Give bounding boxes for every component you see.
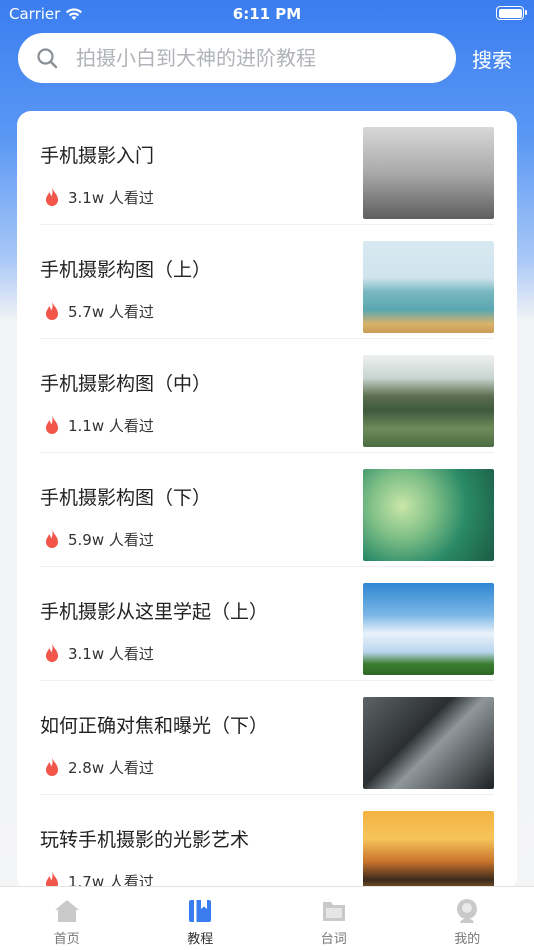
status-bar: Carrier 6:11 PM [0, 0, 534, 28]
search-bar[interactable] [18, 33, 456, 83]
course-item[interactable]: 手机摄影构图（下） 5.9w 人看过 [40, 453, 494, 567]
home-icon [54, 900, 79, 922]
fire-icon [46, 301, 58, 320]
course-views: 3.1w 人看过 [42, 186, 154, 208]
status-time: 6:11 PM [232, 5, 302, 23]
tab-bar: 首页 教程 台词 我的 [0, 886, 534, 950]
fire-icon [46, 187, 58, 206]
course-thumbnail[interactable] [363, 241, 494, 333]
fire-icon [46, 757, 58, 776]
tab-label: 首页 [53, 932, 80, 947]
fire-icon [46, 415, 58, 434]
tab-label: 我的 [454, 932, 481, 947]
course-item[interactable]: 手机摄影构图（上） 5.7w 人看过 [40, 225, 494, 339]
tab-lines[interactable]: 台词 [267, 887, 401, 950]
course-views: 5.7w 人看过 [42, 300, 154, 322]
course-item[interactable]: 手机摄影构图（中） 1.1w 人看过 [40, 339, 494, 453]
course-item[interactable]: 手机摄影入门 3.1w 人看过 [40, 111, 494, 225]
search-button[interactable]: 搜索 [472, 44, 512, 73]
course-views: 5.9w 人看过 [42, 528, 154, 550]
course-views: 2.8w 人看过 [42, 756, 154, 778]
tab-label: 教程 [187, 932, 214, 947]
book-icon [189, 900, 212, 922]
tab-label: 台词 [320, 932, 347, 947]
course-views-count: 3.1w 人看过 [68, 188, 154, 207]
course-thumbnail[interactable] [363, 811, 494, 891]
course-thumbnail[interactable] [363, 127, 494, 219]
tab-profile[interactable]: 我的 [401, 887, 534, 950]
course-title: 手机摄影入门 [40, 145, 155, 167]
course-thumbnail[interactable] [363, 469, 494, 561]
course-item[interactable]: 手机摄影从这里学起（上） 3.1w 人看过 [40, 567, 494, 681]
course-title: 如何正确对焦和曝光（下） [40, 715, 269, 737]
course-item[interactable]: 如何正确对焦和曝光（下） 2.8w 人看过 [40, 681, 494, 795]
battery-icon [496, 6, 527, 20]
course-list: 手机摄影入门 3.1w 人看过 手机摄影构图（上） 5.7w 人看过 手机摄影构… [17, 111, 517, 891]
course-title: 手机摄影构图（中） [40, 373, 212, 395]
folder-icon [322, 902, 345, 921]
course-title: 手机摄影从这里学起（上） [40, 601, 269, 623]
course-views-count: 5.7w 人看过 [68, 302, 154, 321]
course-views-count: 3.1w 人看过 [68, 644, 154, 663]
course-thumbnail[interactable] [363, 355, 494, 447]
search-input[interactable] [76, 46, 406, 70]
course-title: 玩转手机摄影的光影艺术 [40, 829, 250, 851]
fire-icon [46, 529, 58, 548]
course-views-count: 1.1w 人看过 [68, 416, 154, 435]
tab-tutorials[interactable]: 教程 [134, 887, 268, 950]
course-thumbnail[interactable] [363, 583, 494, 675]
tab-home[interactable]: 首页 [0, 887, 134, 950]
course-item[interactable]: 玩转手机摄影的光影艺术 1.7w 人看过 [40, 795, 494, 891]
course-views: 3.1w 人看过 [42, 642, 154, 664]
course-views: 1.1w 人看过 [42, 414, 154, 436]
course-title: 手机摄影构图（下） [40, 487, 212, 509]
profile-icon [457, 899, 478, 923]
course-views-count: 5.9w 人看过 [68, 530, 154, 549]
fire-icon [46, 643, 58, 662]
search-icon [37, 48, 58, 69]
course-views-count: 2.8w 人看过 [68, 758, 154, 777]
course-thumbnail[interactable] [363, 697, 494, 789]
course-title: 手机摄影构图（上） [40, 259, 212, 281]
